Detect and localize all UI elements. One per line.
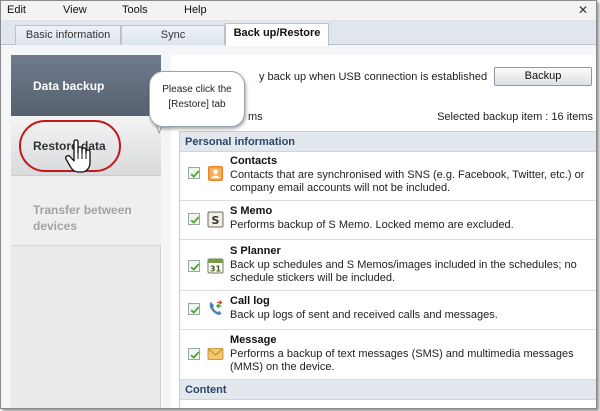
item-title-call-log: Call log bbox=[230, 295, 270, 307]
hand-cursor-icon bbox=[65, 139, 91, 173]
item-title-message: Message bbox=[230, 334, 277, 346]
callout-line-2: [Restore] tab bbox=[168, 99, 226, 110]
backup-button[interactable]: Backup bbox=[494, 67, 592, 86]
section-header-content: Content bbox=[180, 380, 596, 400]
selected-backup-count: Selected backup item : 16 items bbox=[437, 111, 593, 123]
call-log-icon bbox=[207, 300, 224, 317]
item-title-s-planner: S Planner bbox=[230, 245, 281, 257]
menu-bar: Edit View Tools Help ✕ bbox=[1, 1, 596, 21]
item-title-contacts: Contacts bbox=[230, 155, 278, 167]
envelope-icon bbox=[207, 345, 224, 362]
backup-item-list[interactable]: Personal information Contacts Contacts t… bbox=[179, 131, 596, 408]
callout-line-1: Please click the bbox=[162, 84, 232, 95]
calendar-icon: 31 bbox=[207, 257, 224, 274]
item-desc-s-planner: Back up schedules and S Memos/images inc… bbox=[230, 259, 577, 284]
item-desc-message: Performs a backup of text messages (SMS)… bbox=[230, 348, 574, 373]
contacts-icon bbox=[207, 165, 224, 182]
checkbox-s-planner[interactable] bbox=[188, 260, 200, 272]
sidebar-item-data-backup[interactable]: Data backup bbox=[11, 55, 161, 116]
tab-sync[interactable]: Sync bbox=[121, 25, 225, 45]
item-desc-contacts: Contacts that are synchronised with SNS … bbox=[230, 169, 585, 194]
item-desc-s-memo: Performs backup of S Memo. Locked memo a… bbox=[230, 219, 514, 231]
list-item: S S Memo Performs backup of S Memo. Lock… bbox=[180, 201, 596, 240]
menu-help[interactable]: Help bbox=[184, 4, 207, 16]
checkbox-message[interactable] bbox=[188, 348, 200, 360]
svg-text:31: 31 bbox=[210, 265, 222, 274]
tab-back-up-restore[interactable]: Back up/Restore bbox=[225, 23, 329, 46]
close-icon[interactable]: ✕ bbox=[578, 3, 588, 17]
item-title-s-memo: S Memo bbox=[230, 205, 273, 217]
sidebar-item-transfer-between-devices[interactable]: Transfer between devices bbox=[11, 176, 161, 246]
menu-edit[interactable]: Edit bbox=[7, 4, 26, 16]
svg-text:S: S bbox=[212, 214, 220, 227]
list-item: 31 S Planner Back up schedules and S Mem… bbox=[180, 240, 596, 291]
app-window: Edit View Tools Help ✕ Basic information… bbox=[0, 0, 597, 409]
checkbox-s-memo[interactable] bbox=[188, 213, 200, 225]
sidebar-item-label: Transfer between devices bbox=[33, 203, 132, 233]
checkbox-contacts[interactable] bbox=[188, 167, 200, 179]
list-item: Message Performs a backup of text messag… bbox=[180, 330, 596, 380]
auto-backup-text: y back up when USB connection is establi… bbox=[259, 71, 488, 83]
item-desc-call-log: Back up logs of sent and received calls … bbox=[230, 309, 498, 321]
menu-tools[interactable]: Tools bbox=[122, 4, 148, 16]
s-memo-icon: S bbox=[207, 211, 224, 228]
tab-bar: Basic information Sync Back up/Restore bbox=[1, 21, 596, 46]
tab-basic-information[interactable]: Basic information bbox=[15, 25, 121, 45]
section-header-personal-information: Personal information bbox=[180, 132, 596, 152]
list-item: Call log Back up logs of sent and receiv… bbox=[180, 291, 596, 330]
list-item: Contacts Contacts that are synchronised … bbox=[180, 152, 596, 201]
backup-items-label: ms bbox=[248, 111, 263, 123]
sidebar: Data backup Restore data Transfer betwee… bbox=[11, 55, 161, 408]
checkbox-call-log[interactable] bbox=[188, 303, 200, 315]
sidebar-item-label: Data backup bbox=[33, 79, 105, 93]
callout-bubble: Please click the [Restore] tab bbox=[149, 71, 245, 127]
menu-view[interactable]: View bbox=[63, 4, 87, 16]
